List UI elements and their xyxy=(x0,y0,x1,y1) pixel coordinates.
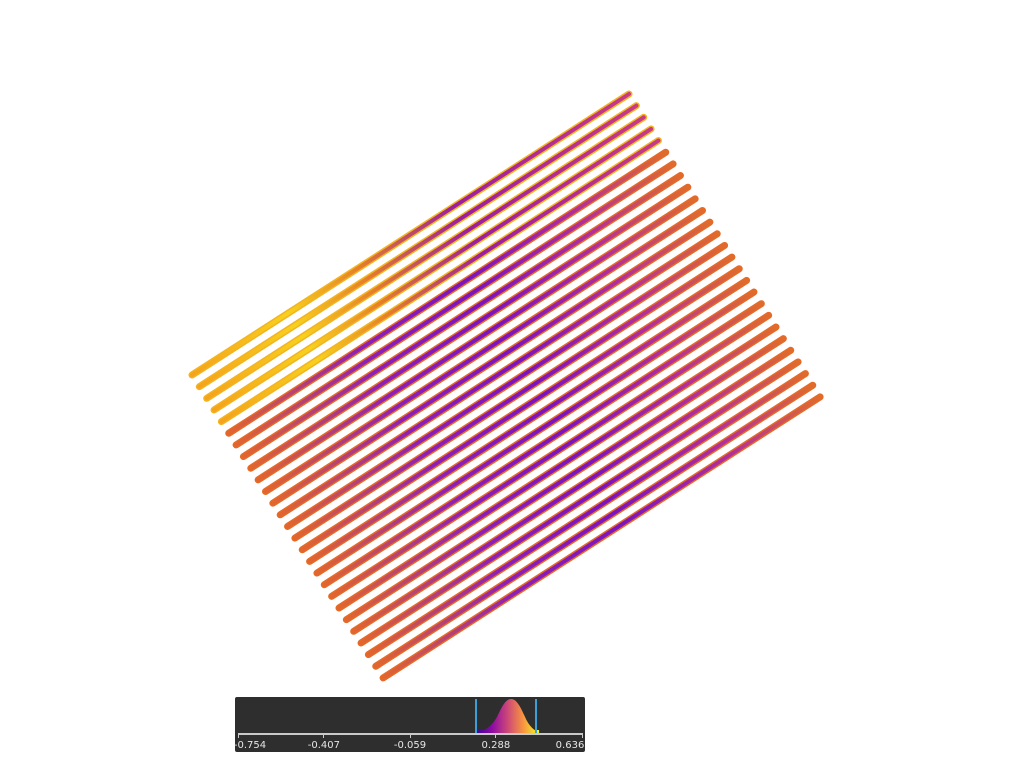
colorbar-tick xyxy=(237,733,239,738)
colorbar-tick-label: -0.754 xyxy=(233,740,267,751)
colorbar-tick xyxy=(495,733,497,738)
colorbar-tick-label: 0.288 xyxy=(481,740,511,751)
colorbar-tick-label: -0.407 xyxy=(307,740,340,751)
value-histogram xyxy=(476,699,539,733)
histogram-curve xyxy=(476,699,539,732)
colorbar-tick xyxy=(409,733,411,738)
range-min-handle[interactable] xyxy=(475,699,477,733)
colorbar-tick xyxy=(323,733,325,738)
colorbar-tick-label: -0.059 xyxy=(393,740,427,751)
colorbar-panel[interactable]: -0.754 -0.407 -0.059 0.288 0.636 xyxy=(233,697,585,752)
colorbar-tick-label: 0.636 xyxy=(555,740,585,751)
map-viewport[interactable] xyxy=(0,0,1024,778)
colorbar-tick xyxy=(581,733,583,738)
range-max-handle[interactable] xyxy=(535,699,537,733)
point-cloud-strips xyxy=(188,90,824,682)
